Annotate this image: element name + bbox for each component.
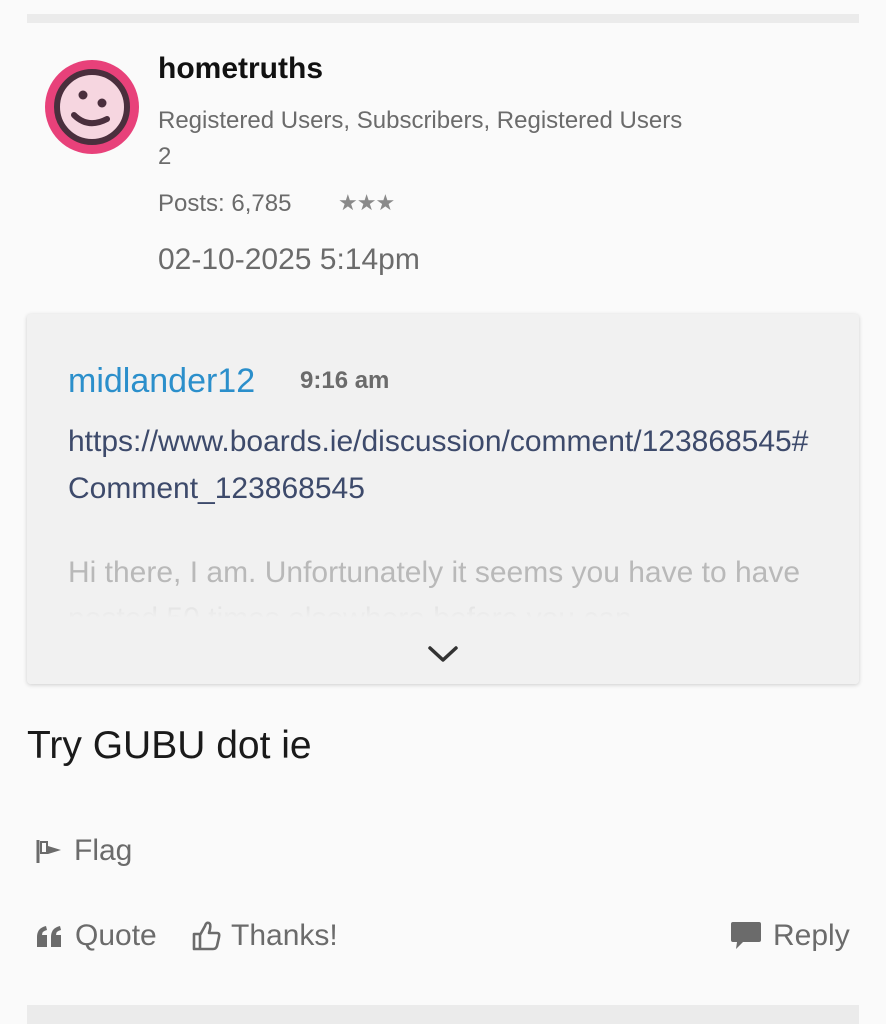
post-author-name[interactable]: hometruths [158, 52, 323, 86]
thumbs-up-icon [192, 921, 221, 951]
rank-stars: ★★★ [338, 190, 395, 215]
user-roles-count: 2 [158, 143, 172, 170]
flag-icon [36, 840, 61, 863]
quoted-time: 9:16 am [300, 367, 390, 394]
quote-icon [37, 926, 61, 947]
avatar[interactable] [44, 59, 140, 155]
user-roles-line: Registered Users, Subscribers, Registere… [158, 107, 683, 134]
thanks-button[interactable]: Thanks! [191, 919, 338, 953]
speech-bubble-icon [731, 922, 761, 949]
reply-label: Reply [773, 919, 850, 952]
flag-label: Flag [74, 834, 133, 867]
post-count: Posts: 6,785 [158, 190, 292, 217]
post-divider-bottom [27, 1005, 859, 1024]
quote-button[interactable]: Quote [35, 919, 157, 953]
flag-button[interactable]: Flag [34, 834, 132, 868]
post-timestamp[interactable]: 02-10-2025 5:14pm [158, 243, 420, 277]
chevron-down-icon[interactable] [427, 644, 459, 664]
quoted-post: midlander12 9:16 am https://www.boards.i… [27, 314, 859, 684]
reply-button[interactable]: Reply [729, 919, 850, 953]
user-roles: Registered Users, Subscribers, Registere… [158, 103, 758, 175]
post-message: Try GUBU dot ie [27, 724, 312, 767]
quoted-fade-overlay [27, 596, 859, 684]
thanks-label: Thanks! [231, 919, 338, 952]
quoted-link[interactable]: https://www.boards.ie/discussion/comment… [68, 418, 828, 512]
quoted-author[interactable]: midlander12 [68, 362, 255, 401]
quote-label: Quote [75, 919, 157, 952]
post-divider-top [27, 14, 859, 23]
smiley-face-icon [45, 60, 139, 154]
